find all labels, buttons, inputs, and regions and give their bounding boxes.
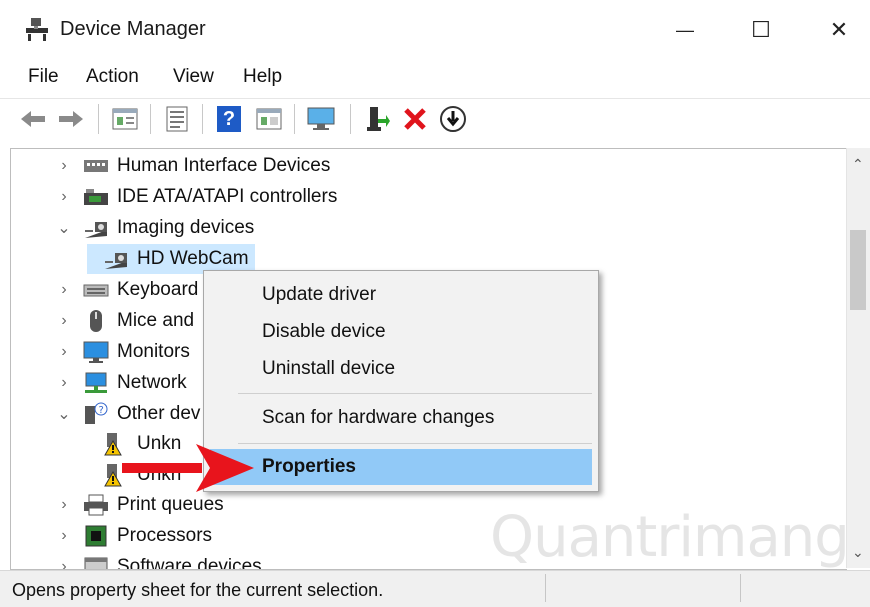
help-glyph: ? xyxy=(217,106,241,132)
monitor-icon xyxy=(83,340,109,364)
resources-icon[interactable] xyxy=(254,104,284,134)
svg-text:?: ? xyxy=(99,405,104,416)
menu-item-update-driver[interactable]: Update driver xyxy=(210,277,592,313)
disable-icon[interactable] xyxy=(438,104,468,134)
software-icon xyxy=(83,555,109,569)
processor-icon xyxy=(83,524,109,548)
monitor-scan-icon[interactable] xyxy=(306,104,336,134)
tree-row-label: IDE ATA/ATAPI controllers xyxy=(117,186,338,207)
toolbar-separator xyxy=(294,104,295,134)
status-divider xyxy=(740,574,741,602)
maximize-icon: ☐ xyxy=(751,17,771,42)
forward-arrow-icon[interactable] xyxy=(56,104,86,134)
tree-row-label: Other dev xyxy=(117,403,201,424)
watermark: Quantrimang xyxy=(490,505,850,570)
menu-separator xyxy=(238,443,592,444)
status-text: Opens property sheet for the current sel… xyxy=(12,580,384,600)
tree-row[interactable]: ⌄? Other dev xyxy=(55,399,206,429)
window-title: Device Manager xyxy=(60,18,206,40)
tree-row-label: Monitors xyxy=(117,341,190,362)
tree-row[interactable]: › Software devices xyxy=(55,552,268,570)
tree-row-label: Mice and xyxy=(117,310,195,331)
tree-row[interactable]: › Processors xyxy=(55,521,218,551)
uninstall-icon[interactable] xyxy=(400,104,430,134)
menu-action[interactable]: Action xyxy=(86,66,139,88)
scroll-up-icon[interactable]: ⌃ xyxy=(852,156,864,173)
chevron-right-icon[interactable]: › xyxy=(55,496,73,514)
network-icon xyxy=(83,371,109,395)
menu-file[interactable]: File xyxy=(28,66,59,88)
menu-item-scan-hardware[interactable]: Scan for hardware changes xyxy=(210,400,592,436)
chevron-right-icon[interactable]: › xyxy=(55,374,73,392)
tree-row-label: Print queues xyxy=(117,494,224,515)
scroll-thumb[interactable] xyxy=(850,230,866,310)
chevron-down-icon[interactable]: ⌄ xyxy=(55,218,73,238)
tree-row[interactable]: ⌄ Imaging devices xyxy=(55,213,260,243)
tree-row[interactable]: › Keyboard xyxy=(55,275,204,305)
red-arrow-icon xyxy=(118,440,258,496)
menu-item-uninstall-device[interactable]: Uninstall device xyxy=(210,351,592,387)
hid-icon xyxy=(83,154,109,178)
menu-item-properties[interactable]: Properties xyxy=(210,449,592,485)
chevron-right-icon[interactable]: › xyxy=(55,188,73,206)
tree-row-label: Human Interface Devices xyxy=(117,155,331,176)
maximize-button[interactable]: ☐ xyxy=(732,6,790,54)
update-driver-icon[interactable] xyxy=(362,104,392,134)
status-divider xyxy=(545,574,546,602)
minimize-icon: — xyxy=(676,19,694,40)
scroll-down-icon[interactable]: ⌄ xyxy=(852,544,864,561)
menu-item-disable-device[interactable]: Disable device xyxy=(210,314,592,350)
device-list-icon[interactable] xyxy=(110,104,140,134)
chevron-right-icon[interactable]: › xyxy=(55,558,73,569)
tree-row-label: Imaging devices xyxy=(117,217,255,238)
tree-row[interactable]: › Network xyxy=(55,368,193,398)
help-icon[interactable]: ? xyxy=(214,104,244,134)
chevron-right-icon[interactable]: › xyxy=(55,343,73,361)
toolbar-separator xyxy=(202,104,203,134)
camera-icon xyxy=(103,247,129,271)
minimize-button[interactable]: — xyxy=(656,6,714,54)
tree-row-label: Software devices xyxy=(117,556,262,570)
context-menu: Update driver Disable device Uninstall d… xyxy=(203,270,599,492)
menu-help[interactable]: Help xyxy=(243,66,282,88)
tree-row[interactable]: › Monitors xyxy=(55,337,196,367)
chevron-right-icon[interactable]: › xyxy=(55,281,73,299)
close-icon: ✕ xyxy=(829,17,849,42)
chevron-right-icon[interactable]: › xyxy=(55,157,73,175)
chevron-down-icon[interactable]: ⌄ xyxy=(55,404,73,424)
menu-view[interactable]: View xyxy=(173,66,214,88)
keyboard-icon xyxy=(83,278,109,302)
printer-icon xyxy=(83,493,109,517)
tree-row[interactable]: › Mice and xyxy=(55,306,200,336)
mouse-icon xyxy=(83,309,109,333)
menu-separator xyxy=(238,393,592,394)
tree-row[interactable]: › IDE ATA/ATAPI controllers xyxy=(55,182,343,212)
tree-row-label: Network xyxy=(117,372,187,393)
tree-row[interactable]: › Human Interface Devices xyxy=(55,151,336,181)
close-button[interactable]: ✕ xyxy=(810,6,868,54)
toolbar-separator xyxy=(350,104,351,134)
chevron-right-icon[interactable]: › xyxy=(55,312,73,330)
toolbar-separator xyxy=(98,104,99,134)
ide-controller-icon xyxy=(83,185,109,209)
unknown-device-icon: ? xyxy=(83,402,109,426)
tree-row-label: Keyboard xyxy=(117,279,199,300)
tree-row-label: HD WebCam xyxy=(137,248,249,269)
properties-icon[interactable] xyxy=(162,104,192,134)
toolbar-separator xyxy=(150,104,151,134)
device-manager-icon xyxy=(24,16,50,44)
back-arrow-icon[interactable] xyxy=(18,104,48,134)
tree-row-label: Processors xyxy=(117,525,213,546)
chevron-right-icon[interactable]: › xyxy=(55,527,73,545)
vertical-scrollbar[interactable] xyxy=(846,148,870,568)
camera-icon xyxy=(83,216,109,240)
